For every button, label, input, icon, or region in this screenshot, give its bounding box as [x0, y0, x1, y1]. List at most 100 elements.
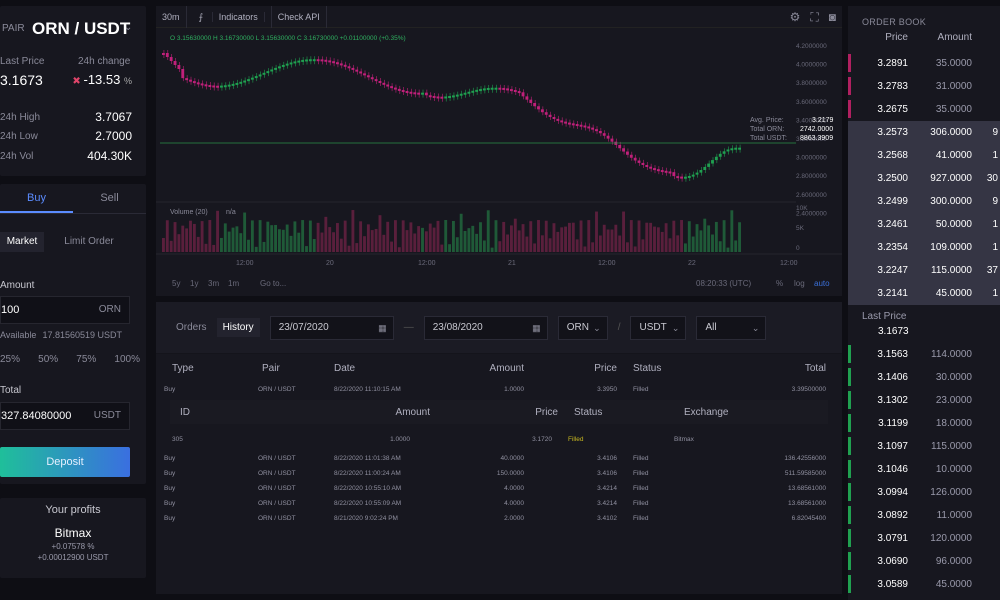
candle	[738, 147, 741, 150]
order-book-row[interactable]: 3.2354 109.0000 1	[848, 236, 1000, 259]
candle	[239, 81, 243, 84]
status-filter-select[interactable]: All ⌄	[696, 315, 767, 340]
tab-sell[interactable]: Sell	[73, 184, 146, 213]
order-book-row[interactable]: 3.2573 306.0000 9	[848, 121, 1000, 144]
base-select[interactable]: ORN ⌄	[557, 315, 608, 340]
volume-bar	[680, 220, 683, 252]
percent-50-button[interactable]: 50%	[38, 354, 58, 365]
table-row[interactable]: Buy ORN / USDT 8/22/2020 10:55:09 AM 4.0000…	[156, 496, 842, 511]
table-row[interactable]: Buy ORN / USDT 8/22/2020 11:00:24 AM 150.00…	[156, 466, 842, 481]
tab-market[interactable]: Market	[0, 232, 44, 252]
total-value: 327.84080000	[1, 410, 72, 422]
deposit-button[interactable]: Deposit	[0, 447, 130, 477]
table-row[interactable]: Buy ORN / USDT 8/21/2020 9:02:24 PM 2.0000 3…	[156, 511, 842, 526]
order-book-row[interactable]: 3.1199 18.0000	[848, 412, 1000, 435]
volume-bar	[676, 235, 680, 252]
interval-button[interactable]: 30m	[156, 5, 187, 28]
amount-input[interactable]: 100 ORN	[0, 296, 130, 324]
log-scale-button[interactable]: log	[794, 279, 805, 288]
tab-buy[interactable]: Buy	[0, 184, 73, 213]
candle	[718, 153, 722, 157]
date-from-input[interactable]: 23/07/2020 ▦	[269, 315, 394, 340]
quote-select[interactable]: USDT ⌄	[630, 315, 687, 340]
ob-cell-amt: 45.0000	[935, 579, 972, 590]
gear-icon[interactable]: ⚙	[790, 10, 801, 25]
order-book-row[interactable]: 3.0994 126.0000	[848, 481, 1000, 504]
chart-top-icons: ⚙ ⛶ ◙	[790, 10, 836, 25]
volume-bar	[239, 233, 243, 252]
order-book-row[interactable]: 3.2461 50.0000 1	[848, 213, 1000, 236]
indicators-button[interactable]: ⨍ Indicators	[187, 5, 272, 28]
ob-cell-price: 3.0994	[877, 487, 908, 498]
range-1y[interactable]: 1y	[190, 279, 198, 288]
range-1m[interactable]: 1m	[228, 279, 239, 288]
history-filter-bar: Orders History 23/07/2020 ▦ — 23/08/2020 ▦…	[156, 302, 842, 354]
order-book-row[interactable]: 3.1406 30.0000	[848, 366, 1000, 389]
candle	[548, 114, 552, 117]
volume-bar	[169, 240, 173, 252]
percent-scale-button[interactable]: %	[776, 279, 783, 288]
total-input[interactable]: 327.84080000 USDT	[0, 402, 130, 430]
candle	[440, 96, 444, 99]
candle	[343, 64, 347, 67]
order-book-row[interactable]: 3.2141 45.0000 1	[848, 282, 1000, 305]
col-pair[interactable]: Pair	[246, 354, 334, 382]
price-chart[interactable]: O 3.15630000 H 3.16730000 L 3.15630000 C…	[156, 28, 842, 296]
order-book-row[interactable]: 3.0892 11.0000	[848, 504, 1000, 527]
order-book-row[interactable]: 3.0791 120.0000	[848, 527, 1000, 550]
col-price[interactable]: Price	[524, 354, 617, 382]
order-book-row[interactable]: 3.1046 10.0000	[848, 458, 1000, 481]
col-type[interactable]: Type	[156, 354, 246, 382]
camera-icon[interactable]: ◙	[829, 10, 836, 25]
check-api-button[interactable]: Check API	[272, 5, 327, 28]
order-book-row[interactable]: 3.2891 35.0000	[848, 52, 1000, 75]
ob-cell-amt: 120.0000	[930, 533, 972, 544]
order-book-row[interactable]: 3.0690 96.0000	[848, 550, 1000, 573]
auto-scale-button[interactable]: auto	[814, 279, 830, 288]
fullscreen-icon[interactable]: ⛶	[810, 10, 818, 25]
order-book-title: ORDER BOOK	[862, 17, 927, 27]
calendar-icon: ▦	[532, 322, 541, 333]
tab-history[interactable]: History	[216, 318, 260, 337]
amount-unit: ORN	[98, 304, 121, 315]
candle	[308, 59, 312, 62]
volume-bar	[684, 243, 687, 252]
volume-bar	[189, 220, 192, 252]
percent-100-button[interactable]: 100%	[114, 354, 140, 365]
percent-75-button[interactable]: 75%	[76, 354, 96, 365]
range-3m[interactable]: 3m	[208, 279, 219, 288]
volume-bar	[347, 245, 351, 252]
candle	[305, 59, 308, 62]
date-to-input[interactable]: 23/08/2020 ▦	[423, 315, 548, 340]
col-amount[interactable]: Amount	[454, 354, 524, 382]
order-book-row[interactable]: 3.2247 115.0000 37	[848, 259, 1000, 282]
table-row[interactable]: Buy ORN / USDT 8/22/2020 11:10:15 AM 1.0…	[156, 382, 842, 397]
order-book-row[interactable]: 3.0589 45.0000	[848, 573, 1000, 596]
order-book-row[interactable]: 3.1097 115.0000	[848, 435, 1000, 458]
cell-type: Buy	[164, 386, 176, 393]
tab-orders[interactable]: Orders	[176, 322, 207, 333]
order-book-row[interactable]: 3.1302 23.0000	[848, 389, 1000, 412]
col-status[interactable]: Status	[617, 354, 697, 382]
col-total[interactable]: Total	[697, 354, 842, 382]
sub-cell-price: 3.1720	[532, 435, 552, 443]
pair-selector[interactable]: ORN / USDT	[32, 19, 130, 39]
order-book-row[interactable]: 3.2675 35.0000	[848, 98, 1000, 121]
volume-bar	[421, 227, 424, 252]
chevron-down-icon: ⌄	[671, 322, 680, 333]
ob-cell-tot: 37	[986, 265, 998, 276]
table-row[interactable]: Buy ORN / USDT 8/22/2020 11:01:38 AM 40.000…	[156, 451, 842, 466]
order-book-row[interactable]: 3.2500 927.0000 30	[848, 167, 1000, 190]
range-5y[interactable]: 5y	[172, 279, 180, 288]
col-date[interactable]: Date	[334, 354, 454, 382]
order-book-row[interactable]: 3.2783 31.0000	[848, 75, 1000, 98]
order-book-row[interactable]: 3.2568 41.0000 1	[848, 144, 1000, 167]
percent-25-button[interactable]: 25%	[0, 354, 20, 365]
table-row[interactable]: Buy ORN / USDT 8/22/2020 10:55:10 AM 4.0000…	[156, 481, 842, 496]
candle	[192, 81, 196, 84]
goto-button[interactable]: Go to...	[260, 279, 286, 288]
order-book-row[interactable]: 3.2499 300.0000 9	[848, 190, 1000, 213]
tab-limit-order[interactable]: Limit Order	[44, 232, 134, 252]
order-book-row[interactable]: 3.1563 114.0000	[848, 343, 1000, 366]
chevron-down-icon[interactable]: ⌄	[124, 22, 132, 33]
